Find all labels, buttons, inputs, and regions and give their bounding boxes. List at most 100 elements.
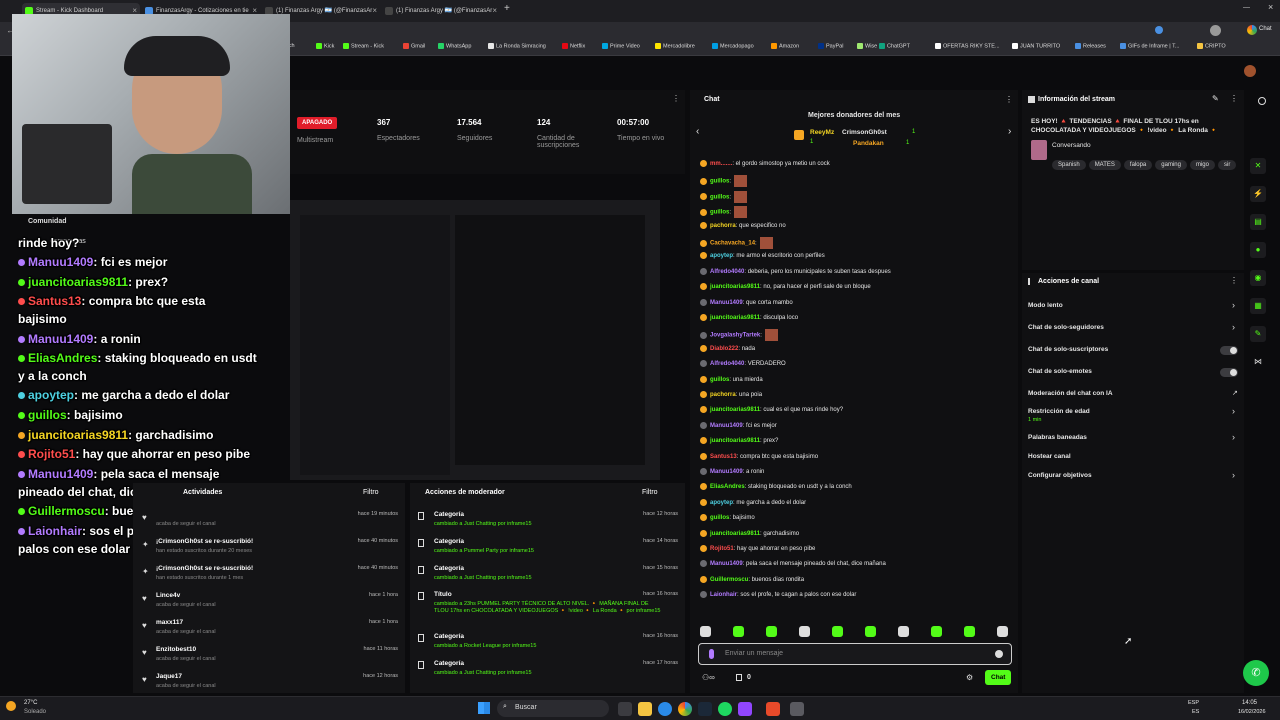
moderator-action-item[interactable]: Categoría cambiado a Pummel Party por inf… <box>414 537 682 561</box>
emoji-icon[interactable] <box>995 650 1003 658</box>
layout-icon[interactable]: ▦ <box>1250 298 1266 314</box>
category-name[interactable]: Conversando <box>1052 142 1091 149</box>
chat-username[interactable]: apoytep <box>710 253 733 259</box>
emote-icon[interactable] <box>865 626 876 637</box>
star-icon[interactable] <box>1155 26 1163 34</box>
channel-action-item[interactable]: Configurar objetivos <box>1028 472 1092 479</box>
chat-message[interactable]: juancitoarias9811: disculpa loco <box>700 314 798 321</box>
chat-username[interactable]: Diablo222 <box>710 346 738 352</box>
edit-icon[interactable]: ✎ <box>1212 94 1219 103</box>
chat-message[interactable]: apoytep: me armo el escritorio con perfi… <box>700 252 825 259</box>
chat-bubble-icon[interactable]: ● <box>1250 242 1266 258</box>
chat-message[interactable]: Manuu1409: pela saca el mensaje pineado … <box>700 560 886 567</box>
gift-icon[interactable] <box>736 674 742 681</box>
chat-message[interactable]: Santus13: compra btc que esta bajisimo <box>700 452 818 460</box>
close-icon[interactable]: × <box>372 3 377 19</box>
chat-username[interactable]: Manuu1409 <box>710 300 743 306</box>
chevron-right-icon[interactable]: › <box>1232 300 1235 310</box>
bookmark[interactable]: Netflix <box>562 43 585 49</box>
chat-username[interactable]: juancitoarias9811 <box>710 284 760 290</box>
moderator-action-item[interactable]: Categoría cambiado a Rocket League por in… <box>414 632 682 656</box>
steam-icon[interactable] <box>698 702 712 716</box>
activity-item[interactable]: ♥ Enzitobest10 acaba de seguir el canal hac… <box>140 645 402 669</box>
app-icon[interactable] <box>766 702 780 716</box>
sidebar-tool-button[interactable]: ✕ <box>1250 158 1266 174</box>
moderator-action-item[interactable]: Categoría cambiado a Just Chatting por in… <box>414 659 682 683</box>
chat-message[interactable]: Manuu1409: a ronin <box>700 468 764 475</box>
bookmark[interactable]: GIFs de Inframe | T... <box>1120 43 1179 49</box>
weather-temp[interactable]: 27°C <box>24 700 37 706</box>
chat-message[interactable]: guillos: <box>700 175 748 188</box>
chevron-right-icon[interactable]: › <box>1232 432 1235 442</box>
activity-item[interactable]: ♥ Jaque17 acaba de seguir el canal hace 12 … <box>140 672 402 696</box>
chat-username[interactable]: Cachavacha_14 <box>710 241 755 247</box>
chat-message[interactable]: juancitoarias9811: prex? <box>700 437 778 444</box>
channel-action-item[interactable]: Chat de solo-suscriptores <box>1028 346 1108 353</box>
emote-icon[interactable] <box>832 626 843 637</box>
toggle-switch[interactable] <box>1220 368 1238 377</box>
bookmark[interactable]: JUAN TURRITO <box>1012 43 1060 49</box>
donor-name[interactable]: ReeyMz <box>810 129 834 136</box>
lightning-icon[interactable]: ⚡ <box>1250 186 1266 202</box>
search-box[interactable]: ⌕ Buscar <box>497 700 609 717</box>
emote-icon[interactable] <box>733 626 744 637</box>
user-avatar[interactable] <box>1244 65 1256 77</box>
channel-action-item[interactable]: Moderación del chat con IA <box>1028 390 1113 397</box>
chat-username[interactable]: apoytep <box>710 500 733 506</box>
browser-tab[interactable]: (1) Finanzas Argy 🇦🇷 (@FinanzasAr × <box>382 3 500 19</box>
bookmark[interactable]: Mercadopago <box>712 43 754 49</box>
info-icon[interactable] <box>1258 97 1266 105</box>
moderator-action-item[interactable]: Categoría cambiado a Just Chatting por in… <box>414 510 682 534</box>
channel-action-item[interactable]: Chat de solo-emotes <box>1028 368 1092 375</box>
tag-chip[interactable]: migo <box>1189 160 1215 170</box>
chat-username[interactable]: juancitoarias9811 <box>710 407 760 413</box>
wrench-icon[interactable]: ✎ <box>1250 326 1266 342</box>
chevron-left-icon[interactable]: ‹ <box>696 126 699 137</box>
chat-message[interactable]: juancitoarias9811: no, para hacer el per… <box>700 283 871 290</box>
activity-item[interactable]: ♥ acaba de seguir el canal hace 19 minutos <box>140 510 402 534</box>
bookmark[interactable]: PayPal <box>818 43 843 49</box>
chat-username[interactable]: juancitoarias9811 <box>710 438 760 444</box>
clipboard-icon[interactable]: ▤ <box>1250 214 1266 230</box>
tag-chip[interactable]: MATES <box>1088 160 1121 170</box>
chevron-right-icon[interactable]: › <box>1232 322 1235 332</box>
bookmark[interactable]: Stream - Kick <box>343 43 384 49</box>
chat-username[interactable]: Manuu1409 <box>710 423 743 429</box>
chat-username[interactable]: mm....... <box>710 161 732 167</box>
chat-username[interactable]: pachorra <box>710 223 736 229</box>
chat-message[interactable]: Diablo222: nada <box>700 344 755 352</box>
windows-start-icon[interactable] <box>478 702 490 714</box>
chat-message[interactable]: pachorra: una poia <box>700 391 762 398</box>
chat-username[interactable]: Manuu1409 <box>710 561 743 567</box>
chat-message[interactable]: Rojito51: hay que ahorrar en peso pibe <box>700 545 815 552</box>
donor-name[interactable]: Pandakan <box>853 140 884 147</box>
broadcast-icon[interactable]: ◉ <box>1250 270 1266 286</box>
chrome-icon[interactable] <box>678 702 692 716</box>
toggle-switch[interactable] <box>1220 346 1238 355</box>
bookmark[interactable]: Prime Video <box>602 43 640 49</box>
app-icon[interactable] <box>790 702 804 716</box>
emote-icon[interactable] <box>700 626 711 637</box>
activity-item[interactable]: ♥ Lince4v acaba de seguir el canal hace 1 h… <box>140 591 402 615</box>
bookmark[interactable]: WhatsApp <box>438 43 471 49</box>
channel-action-item[interactable]: Chat de solo-seguidores <box>1028 324 1104 331</box>
task-view-icon[interactable] <box>618 702 632 716</box>
chat-username[interactable]: guillos <box>710 210 729 216</box>
gemini-icon[interactable] <box>1247 25 1257 35</box>
app-icon[interactable] <box>738 702 752 716</box>
chat-username[interactable]: Guillermoscu <box>710 577 748 583</box>
bookmark[interactable]: Mercadolibre <box>655 43 695 49</box>
chat-message[interactable]: EliasAndres: staking bloqueado en usdt y… <box>700 483 852 490</box>
close-window-button[interactable]: × <box>1268 2 1273 12</box>
bookmark[interactable]: Wise <box>857 43 877 49</box>
chat-message[interactable]: guillos: <box>700 190 748 203</box>
bookmark[interactable]: CRIPTO <box>1197 43 1226 49</box>
profile-label[interactable]: Chat <box>1259 26 1272 32</box>
chat-username[interactable]: Manuu1409 <box>710 469 743 475</box>
chat-message[interactable]: juancitoarias9811: garchadisimo <box>700 529 799 537</box>
filter-button[interactable]: Filtro <box>642 489 658 496</box>
language-indicator[interactable]: ESP <box>1188 700 1199 706</box>
tag-chip[interactable]: sir <box>1217 160 1237 170</box>
channel-action-item[interactable]: Palabras baneadas <box>1028 434 1087 441</box>
chat-message[interactable]: Cachavacha_14: <box>700 237 773 249</box>
